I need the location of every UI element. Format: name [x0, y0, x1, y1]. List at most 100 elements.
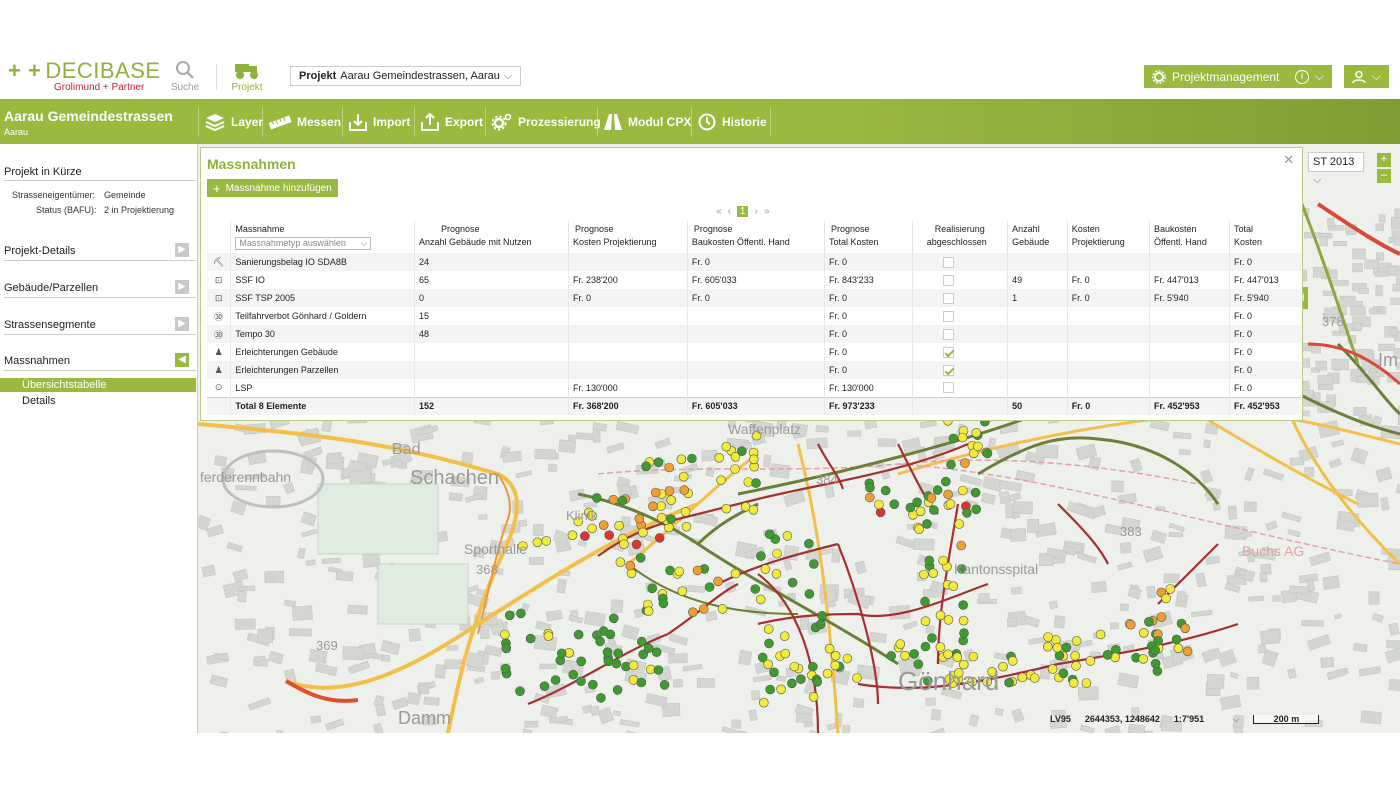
building-dot[interactable]: [721, 441, 732, 452]
building-dot[interactable]: [920, 596, 930, 607]
add-massnahme-button[interactable]: + Massnahme hinzufügen: [207, 179, 338, 197]
building-dot[interactable]: [912, 497, 922, 508]
building-dot[interactable]: [501, 643, 512, 654]
building-dot[interactable]: [945, 499, 956, 509]
building-dot[interactable]: [1081, 678, 1092, 688]
building-dot[interactable]: [664, 486, 675, 496]
building-dot[interactable]: [1017, 672, 1028, 683]
building-dot[interactable]: [730, 568, 741, 579]
building-dot[interactable]: [608, 613, 619, 624]
building-dot[interactable]: [525, 633, 536, 644]
building-dot[interactable]: [958, 600, 969, 610]
building-dot[interactable]: [1150, 658, 1161, 669]
tool-modul-cpx[interactable]: Modul CPX: [597, 109, 691, 135]
chevron-left-icon[interactable]: ◀: [175, 353, 189, 367]
building-dot[interactable]: [647, 583, 658, 594]
col-header[interactable]: Prognose Baukosten Öffentl. Hand: [686, 221, 825, 253]
building-dot[interactable]: [1068, 678, 1079, 688]
building-dot[interactable]: [625, 560, 636, 571]
building-dot[interactable]: [515, 686, 525, 697]
building-dot[interactable]: [651, 647, 662, 658]
sidebar-subitem-details[interactable]: Details: [0, 394, 196, 408]
col-header[interactable]: Prognose Total Kosten: [823, 221, 913, 253]
building-dot[interactable]: [748, 504, 759, 515]
building-dot[interactable]: [815, 619, 826, 630]
building-dot[interactable]: [973, 441, 983, 452]
close-icon[interactable]: ✕: [1283, 152, 1294, 168]
building-dot[interactable]: [679, 485, 690, 495]
building-dot[interactable]: [1042, 641, 1053, 652]
building-dot[interactable]: [676, 454, 687, 465]
building-dot[interactable]: [927, 633, 937, 643]
building-dot[interactable]: [602, 647, 613, 658]
building-dot[interactable]: [864, 492, 875, 503]
building-dot[interactable]: [1182, 646, 1193, 657]
building-dot[interactable]: [808, 559, 819, 569]
building-dot[interactable]: [764, 529, 775, 540]
pager-next[interactable]: ›: [754, 206, 757, 217]
building-dot[interactable]: [796, 674, 806, 685]
building-dot[interactable]: [713, 576, 723, 587]
building-dot[interactable]: [957, 485, 968, 496]
building-dot[interactable]: [680, 507, 691, 517]
building-dot[interactable]: [596, 693, 606, 703]
building-dot[interactable]: [812, 676, 823, 687]
building-dot[interactable]: [787, 678, 797, 689]
building-dot[interactable]: [909, 649, 919, 659]
building-dot[interactable]: [1007, 656, 1018, 666]
building-dot[interactable]: [956, 540, 967, 551]
building-dot[interactable]: [959, 628, 969, 638]
building-dot[interactable]: [970, 487, 981, 498]
building-dot[interactable]: [636, 636, 647, 647]
building-dot[interactable]: [573, 629, 584, 640]
building-dot[interactable]: [1095, 629, 1106, 640]
building-dot[interactable]: [932, 485, 943, 495]
building-dot[interactable]: [604, 530, 615, 541]
building-dot[interactable]: [780, 648, 791, 659]
building-dot[interactable]: [880, 485, 891, 496]
building-dot[interactable]: [771, 569, 782, 579]
scale-select[interactable]: 1:7'951 ⌵: [1174, 714, 1240, 725]
building-dot[interactable]: [1102, 649, 1113, 660]
building-dot[interactable]: [716, 475, 726, 486]
building-dot[interactable]: [638, 527, 648, 538]
building-dot[interactable]: [760, 564, 771, 574]
tool-layer[interactable]: Layer: [198, 109, 263, 135]
col-header[interactable]: Baukosten Öffentl. Hand: [1148, 221, 1230, 253]
building-dot[interactable]: [516, 608, 526, 619]
building-dot[interactable]: [605, 629, 616, 640]
building-dot[interactable]: [948, 433, 959, 444]
building-dot[interactable]: [591, 493, 602, 503]
building-dot[interactable]: [765, 684, 776, 695]
building-dot[interactable]: [613, 648, 624, 659]
building-dot[interactable]: [919, 569, 929, 580]
building-dot[interactable]: [628, 660, 639, 671]
building-dot[interactable]: [1153, 636, 1163, 646]
tool-prozessierung[interactable]: Prozessierung: [485, 109, 601, 135]
building-dot[interactable]: [998, 661, 1008, 672]
building-dot[interactable]: [822, 668, 833, 679]
building-dot[interactable]: [954, 519, 965, 529]
building-dot[interactable]: [641, 461, 651, 472]
building-dot[interactable]: [576, 656, 587, 667]
building-dot[interactable]: [666, 495, 677, 506]
project-button[interactable]: Projekt: [227, 60, 267, 93]
building-dot[interactable]: [1138, 627, 1149, 638]
building-dot[interactable]: [830, 660, 841, 671]
building-dot[interactable]: [952, 652, 963, 663]
building-dot[interactable]: [648, 501, 658, 512]
col-header[interactable]: Prognose Anzahl Gebäude mit Nutzen: [413, 221, 569, 253]
building-dot[interactable]: [598, 520, 609, 531]
pager-current[interactable]: 1: [736, 206, 749, 217]
building-dot[interactable]: [587, 679, 598, 690]
building-dot[interactable]: [914, 524, 924, 535]
building-dot[interactable]: [935, 642, 946, 652]
building-dot[interactable]: [603, 656, 614, 667]
chevron-right-icon[interactable]: ▶: [175, 280, 189, 294]
building-dot[interactable]: [776, 684, 786, 695]
building-dot[interactable]: [666, 514, 676, 525]
realisiert-checkbox[interactable]: [942, 292, 954, 304]
building-dot[interactable]: [737, 446, 747, 457]
building-dot[interactable]: [656, 512, 667, 523]
building-dot[interactable]: [567, 530, 578, 541]
